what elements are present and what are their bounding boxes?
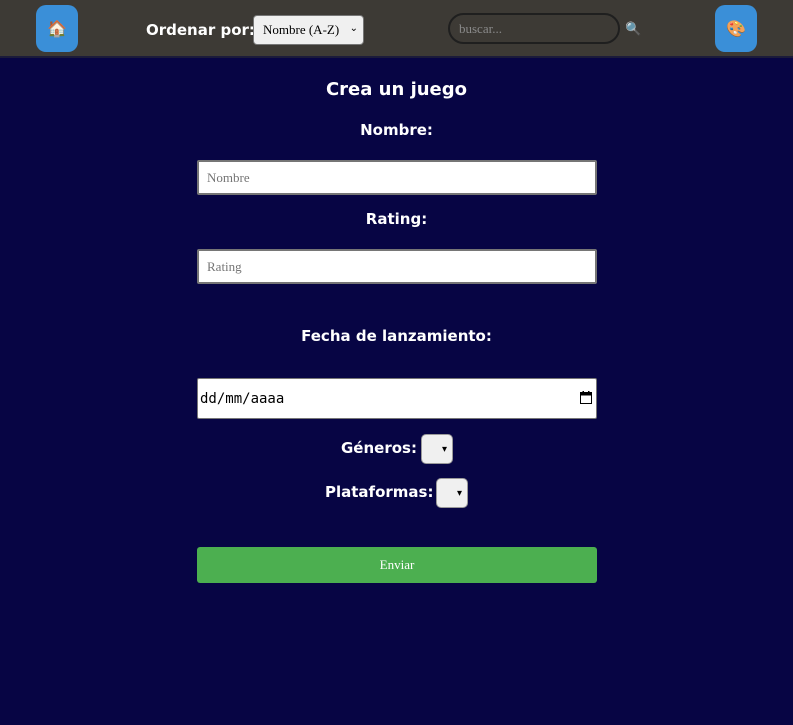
rating-label: Rating: (365, 210, 428, 228)
theme-palette-button[interactable]: 🎨 (715, 5, 757, 52)
chevron-down-icon: ▾ (441, 443, 447, 455)
search-input[interactable] (448, 13, 620, 44)
sort-select[interactable]: Nombre (A-Z) ⌄ (253, 15, 364, 45)
form-title: Crea un juego (325, 79, 468, 100)
rating-input[interactable] (197, 249, 597, 284)
magnifier-icon[interactable]: 🔍 (625, 22, 641, 37)
home-button[interactable]: 🏠 (36, 5, 78, 52)
nombre-input[interactable] (197, 160, 597, 195)
navbar: 🏠 Ordenar por: Nombre (A-Z) ⌄ 🔍 🎨 (0, 0, 793, 58)
fecha-label: Fecha de lanzamiento: (301, 327, 492, 345)
plataformas-label: Plataformas: (325, 483, 434, 501)
generos-select[interactable]: ▾ (421, 434, 453, 464)
chevron-down-icon: ▾ (456, 487, 462, 499)
sort-label: Ordenar por: (146, 21, 255, 39)
chevron-down-icon: ⌄ (349, 23, 358, 34)
house-icon: 🏠 (47, 19, 67, 38)
sort-selected-value: Nombre (A-Z) (263, 22, 340, 37)
nombre-label: Nombre: (360, 121, 433, 139)
generos-label: Géneros: (341, 439, 417, 457)
submit-button[interactable]: Enviar (197, 547, 597, 583)
calendar-icon[interactable] (580, 391, 592, 404)
palette-icon: 🎨 (726, 19, 746, 38)
fecha-value: dd/mm/aaaa (200, 390, 285, 407)
fecha-date-input[interactable]: dd/mm/aaaa (197, 378, 597, 419)
plataformas-select[interactable]: ▾ (436, 478, 468, 508)
